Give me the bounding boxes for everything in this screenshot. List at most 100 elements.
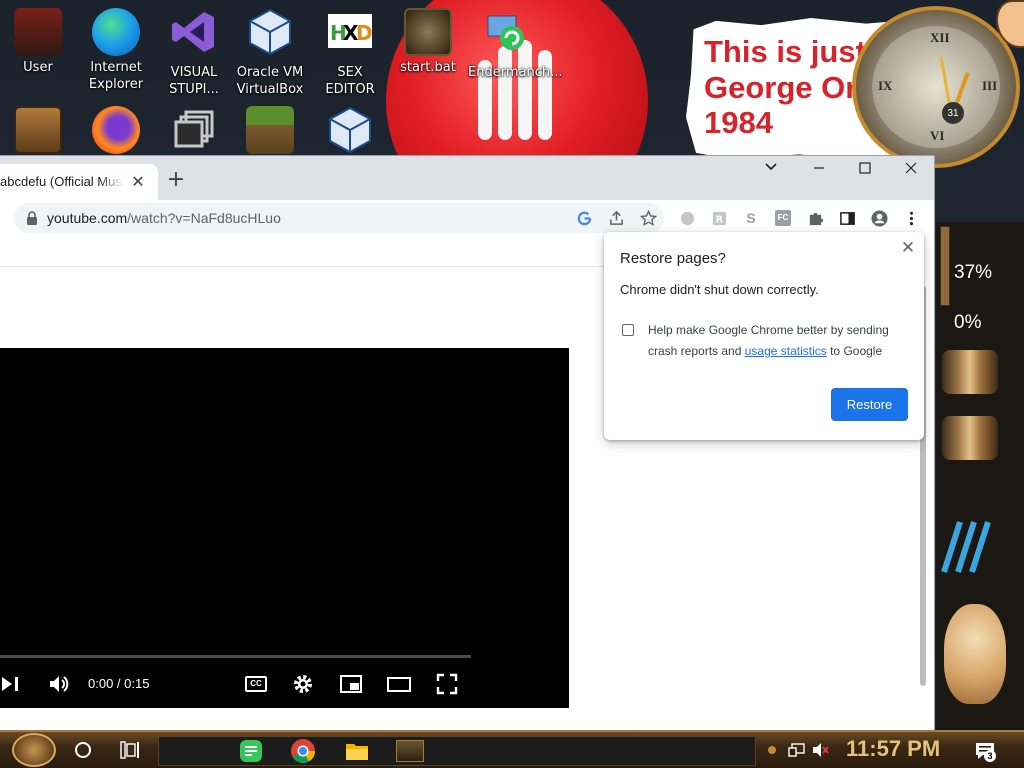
firefox-icon	[92, 106, 140, 154]
show-hidden-icons-chevron-icon[interactable]	[766, 742, 778, 758]
desktop-icon-hex-editor[interactable]: H X D SEX EDITOR	[312, 8, 388, 99]
more-menu-icon[interactable]	[899, 206, 923, 230]
start-button[interactable]	[12, 733, 56, 767]
dialog-message: Chrome didn't shut down correctly.	[620, 282, 819, 297]
widget-gauge-bars	[941, 521, 991, 573]
minimize-icon	[814, 167, 824, 169]
miniplayer-icon	[340, 675, 362, 693]
widget-pipe	[942, 350, 998, 394]
desktop-icon-internet-explorer[interactable]: Internet Explorer	[78, 8, 154, 94]
side-panel-icon[interactable]	[835, 206, 859, 230]
hex-editor-icon: H X D	[328, 14, 373, 48]
desktop-icon-virtualbox[interactable]: Oracle VM VirtualBox	[232, 8, 308, 99]
desktop-icon-label: User	[23, 60, 53, 75]
taskbar: 11:57 PM 3	[0, 730, 1024, 768]
video-time: 0:00 / 0:15	[88, 676, 150, 691]
usage-statistics-link[interactable]: usage statistics	[745, 344, 827, 358]
desktop-icon-visual-studio[interactable]: VISUAL STUPI...	[156, 8, 232, 99]
clock-numeral: VI	[930, 128, 945, 143]
task-view-icon[interactable]	[120, 741, 140, 759]
edge-icon	[92, 8, 140, 56]
desktop-icon-label: Endermanch...	[468, 65, 563, 80]
tab-strip: abcdefu (Official Music Video) ✕ +	[0, 156, 934, 200]
new-tab-button[interactable]: +	[164, 168, 188, 192]
crash-report-checkbox[interactable]	[622, 324, 634, 336]
lock-icon[interactable]	[24, 210, 40, 226]
desktop-icon-user[interactable]: User	[0, 8, 76, 77]
close-window-button[interactable]	[888, 160, 934, 190]
dialog-title: Restore pages?	[620, 250, 726, 267]
miniplayer-button[interactable]	[338, 670, 364, 698]
clock-day: 31	[942, 102, 964, 124]
desktop-icon-windows[interactable]	[156, 106, 232, 163]
clock-face: XII III VI IX 31	[872, 26, 1000, 148]
extensions-puzzle-icon[interactable]	[803, 206, 827, 230]
desktop-icon-label: Oracle VM VirtualBox	[236, 65, 304, 97]
clock-numeral: III	[982, 78, 998, 93]
tab-youtube[interactable]: abcdefu (Official Music Video) ✕	[0, 164, 158, 200]
url-path: /watch?v=NaFd8ucHLuo	[127, 210, 281, 226]
theater-mode-button[interactable]	[385, 670, 413, 698]
visual-studio-icon	[172, 12, 214, 52]
fullscreen-button[interactable]	[434, 670, 460, 698]
batch-file-icon	[404, 8, 452, 56]
volume-icon	[50, 676, 69, 692]
desktop-icon-chest[interactable]	[0, 106, 76, 158]
restore-button[interactable]: Restore	[831, 388, 908, 421]
profile-avatar-icon[interactable]	[867, 206, 891, 230]
minimize-button[interactable]	[796, 160, 842, 190]
volume-button[interactable]	[46, 670, 72, 698]
taskbar-clock[interactable]: 11:57 PM	[846, 736, 940, 762]
url-host: youtube.com	[47, 210, 128, 226]
help-text-post: to Google	[826, 344, 883, 358]
video-player[interactable]: 0:00 / 0:15 CC	[0, 348, 569, 708]
svg-text:R: R	[715, 214, 723, 225]
theater-icon	[387, 677, 411, 692]
maximize-icon	[859, 162, 871, 174]
game-launcher-icon[interactable]	[396, 740, 424, 762]
desktop-icon-minecraft[interactable]	[232, 106, 308, 158]
widget-rail	[940, 226, 950, 306]
captions-button[interactable]: CC	[242, 670, 270, 698]
svg-text:D: D	[356, 21, 373, 45]
dialog-close-icon[interactable]: ✕	[898, 238, 918, 258]
virtualbox-icon-2	[329, 106, 371, 154]
next-icon	[2, 677, 18, 691]
desktop-icon-virtualbox-2[interactable]	[312, 106, 388, 163]
google-lens-icon[interactable]	[572, 206, 596, 230]
file-explorer-icon[interactable]	[344, 738, 370, 764]
extension-s-icon[interactable]: S	[739, 206, 763, 230]
cpu-percent: 37%	[954, 262, 993, 283]
share-icon[interactable]	[604, 206, 628, 230]
desktop-icon-start-bat[interactable]: start.bat	[390, 8, 466, 77]
memory-percent: 0%	[954, 312, 982, 333]
restore-pages-dialog: Restore pages? ✕ Chrome didn't shut down…	[604, 232, 924, 440]
fullscreen-icon	[436, 673, 458, 695]
volume-muted-icon[interactable]	[812, 742, 830, 758]
notes-app-icon[interactable]	[238, 738, 264, 764]
network-icon[interactable]	[788, 742, 806, 758]
notification-count-badge: 3	[984, 750, 996, 762]
widget-pipe	[942, 416, 998, 460]
extension-reader-icon[interactable]: R	[707, 206, 731, 230]
steampunk-clock-widget[interactable]: XII III VI IX 31	[852, 6, 1020, 168]
bookmark-star-icon[interactable]	[636, 206, 660, 230]
video-progress-bar[interactable]	[0, 655, 471, 658]
clock-numeral: IX	[878, 78, 893, 93]
chrome-icon[interactable]	[290, 738, 316, 764]
crash-report-label: Help make Google Chrome better by sendin…	[648, 320, 908, 362]
tab-close-icon[interactable]: ✕	[128, 172, 148, 192]
tab-search-button[interactable]	[748, 160, 794, 190]
extension-fc-icon[interactable]: FC	[771, 206, 795, 230]
minecraft-block-icon	[246, 106, 294, 154]
desktop-icon-endermanch[interactable]: Endermanch...	[468, 8, 563, 82]
desktop-icon-firefox[interactable]	[78, 106, 154, 158]
window-copies-icon	[174, 110, 214, 148]
address-bar[interactable]: youtube.com/watch?v=NaFd8ucHLuo	[14, 203, 664, 233]
settings-button[interactable]	[290, 670, 316, 698]
next-button[interactable]	[0, 670, 24, 698]
virtualbox-icon	[249, 8, 291, 56]
extension-circle-icon[interactable]	[675, 206, 699, 230]
cortana-icon[interactable]	[75, 742, 91, 758]
maximize-button[interactable]	[842, 160, 888, 190]
